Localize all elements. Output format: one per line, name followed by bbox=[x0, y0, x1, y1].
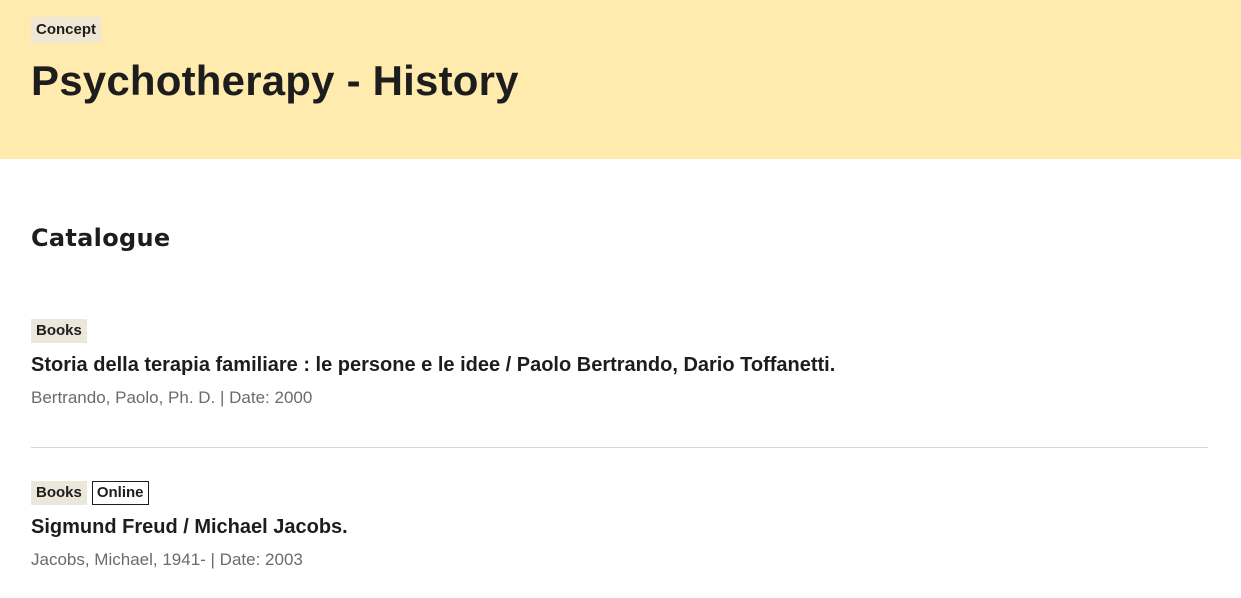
main-content: Catalogue Books Storia della terapia fam… bbox=[0, 222, 1241, 572]
format-tags: Books Online bbox=[31, 481, 1208, 505]
format-tag-books: Books bbox=[31, 481, 87, 505]
format-tag-books: Books bbox=[31, 319, 87, 343]
result-title-link[interactable]: Sigmund Freud / Michael Jacobs. bbox=[31, 514, 1208, 540]
list-item: Books Storia della terapia familiare : l… bbox=[31, 319, 1208, 410]
result-title-link[interactable]: Storia della terapia familiare : le pers… bbox=[31, 352, 1208, 378]
page-header: Concept Psychotherapy - History bbox=[0, 0, 1241, 159]
catalogue-heading: Catalogue bbox=[31, 224, 171, 252]
result-divider bbox=[31, 447, 1208, 448]
format-tag-online: Online bbox=[91, 481, 149, 505]
page-title: Psychotherapy - History bbox=[31, 57, 519, 104]
result-meta: Jacobs, Michael, 1941- | Date: 2003 bbox=[31, 550, 303, 569]
result-meta: Bertrando, Paolo, Ph. D. | Date: 2000 bbox=[31, 388, 313, 407]
list-item: Books Online Sigmund Freud / Michael Jac… bbox=[31, 481, 1208, 572]
format-tags: Books bbox=[31, 319, 1208, 343]
concept-tag: Concept bbox=[31, 17, 101, 43]
